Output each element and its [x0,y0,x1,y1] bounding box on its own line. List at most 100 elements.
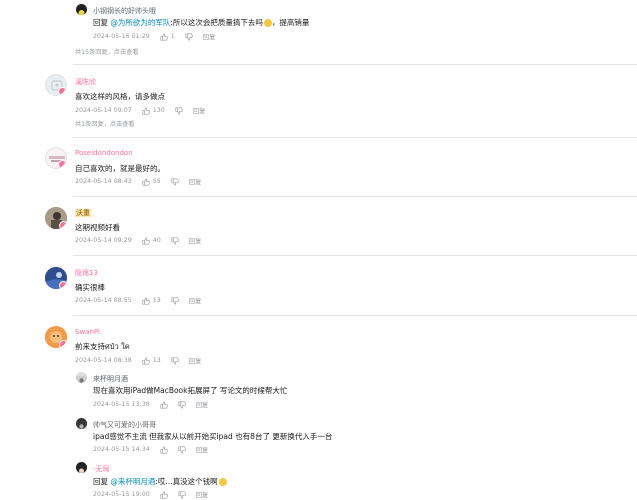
view-replies-link[interactable]: 共1条回复，点击查看 [75,119,135,128]
reply-button[interactable]: 回复 [189,177,202,186]
thumbs-down-icon [185,32,193,41]
avatar-image [76,376,87,383]
avatar[interactable] [45,147,67,169]
dislike-button[interactable] [185,32,193,41]
thumbs-up-icon [160,490,168,499]
avatar[interactable] [45,74,67,96]
avatar[interactable] [76,462,87,473]
vip-badge-icon [59,340,67,348]
comment-content: 确实很棒 [75,283,105,292]
thumbs-up-icon [160,32,168,41]
mention-link[interactable]: @为所欲为的军队 [110,18,170,27]
dislike-button[interactable] [171,177,179,186]
like-button[interactable] [160,400,168,409]
divider [73,196,637,197]
view-replies-link[interactable]: 共15条回复，点击查看 [75,47,139,56]
dislike-button[interactable] [175,106,183,115]
like-count: 1 [170,33,175,40]
reply-content: ipad感觉不主流 但我家从以前开始买ipad 也有8台了 更新换代入手一台 [93,432,333,441]
avatar[interactable] [45,326,67,348]
comment-username[interactable]: Poseidondondon [75,149,133,157]
thumbs-down-icon [171,236,179,245]
comment-content: 自己喜欢的，就是最好的。 [75,164,165,173]
vip-badge-icon [58,87,66,95]
reply-meta: 2024-05-15 13:38 回复 [93,400,208,409]
like-button[interactable]: 55 [142,177,161,186]
thumbs-up-icon [160,400,168,409]
like-button[interactable]: 1 [160,32,175,41]
avatar[interactable] [45,267,67,289]
reply-button[interactable]: 回复 [196,445,209,454]
reply-content: 现在喜欢用iPad做MacBook拓展屏了 写论文的时候帮大忙 [93,386,288,395]
like-button[interactable]: 13 [142,296,161,305]
reply-username[interactable]: 帅气又可爱的小哥哥 [93,420,156,430]
divider [73,255,637,256]
reply-text-after: ，提高销量 [271,18,310,27]
reply-date: 2024-05-16 01:29 [93,33,150,40]
reply-username[interactable]: 小钢钢长的好帅头哦 [93,6,156,16]
comment-date: 2024-05-14 09:07 [75,107,132,114]
thumbs-down-icon [178,400,186,409]
divider [73,64,637,65]
smiley-emoji-icon [263,19,272,27]
comment-date: 2024-05-14 08:55 [75,297,132,304]
thumbs-down-icon [171,296,179,305]
reply-button[interactable]: 回复 [203,32,216,41]
comment-meta: 2024-05-14 08:43 55 回复 [75,177,201,186]
like-button[interactable] [160,490,168,499]
reply-username[interactable]: -无局 [93,464,110,474]
thumbs-down-icon [171,356,179,365]
comment-meta: 2024-05-14 08:55 13 回复 [75,296,201,305]
like-count: 40 [152,237,161,244]
dislike-button[interactable] [178,445,186,454]
reply-button[interactable]: 回复 [196,490,209,499]
reply-button[interactable]: 回复 [189,356,202,365]
reply-meta: 2024-05-15 19:00 回复 [93,490,208,499]
thumbs-up-icon [142,296,150,305]
dislike-button[interactable] [178,490,186,499]
thumbs-up-icon [142,177,150,186]
dislike-button[interactable] [178,400,186,409]
comment-meta: 2024-05-14 09:07 130 回复 [75,106,205,115]
like-count: 13 [152,357,161,364]
thumbs-down-icon [175,106,183,115]
dislike-button[interactable] [171,296,179,305]
divider [73,137,637,138]
avatar-image [76,8,87,15]
reply-button[interactable]: 回复 [189,236,202,245]
like-button[interactable]: 40 [142,236,161,245]
like-count: 13 [152,297,161,304]
comment-date: 2024-05-14 08:38 [75,357,132,364]
vip-badge-icon [59,221,67,229]
mention-link[interactable]: @来杯明月酒 [110,477,155,486]
reply-text: :所以这次会把质量搞下去吗 [170,18,263,27]
comment-username[interactable]: 沃重 [75,208,91,218]
thumbs-up-icon [142,106,150,115]
reply-button[interactable]: 回复 [189,296,202,305]
avatar[interactable] [45,207,67,229]
like-button[interactable]: 13 [142,356,161,365]
reply-username[interactable]: 来杯明月酒 [93,374,128,384]
comment-content: 喜欢这样的风格，请多做点 [75,92,165,101]
dislike-button[interactable] [171,236,179,245]
comment-date: 2024-05-14 08:43 [75,178,132,185]
reply-prefix: 回复 [93,18,108,27]
comment-username[interactable]: 溪陈欣 [75,77,96,87]
comment-meta: 2024-05-14 09:29 40 回复 [75,236,201,245]
reply-date: 2024-05-15 14:34 [93,446,150,453]
like-button[interactable]: 130 [142,106,165,115]
avatar[interactable] [76,4,87,15]
vip-badge-icon [59,281,67,289]
reply-button[interactable]: 回复 [193,106,206,115]
like-button[interactable] [160,445,168,454]
reply-button[interactable]: 回复 [196,400,209,409]
comment-username[interactable]: SwanPi [75,328,100,336]
reply-meta: 2024-05-15 14:34 回复 [93,445,208,454]
dislike-button[interactable] [171,356,179,365]
avatar[interactable] [76,418,87,429]
reply-content: 回复 @为所欲为的军队:所以这次会把质量搞下去吗 ，提高销量 [93,17,309,28]
comment-username[interactable]: 隐逸13 [75,268,98,278]
divider [73,315,637,316]
thumbs-down-icon [178,445,186,454]
avatar[interactable] [76,372,87,383]
